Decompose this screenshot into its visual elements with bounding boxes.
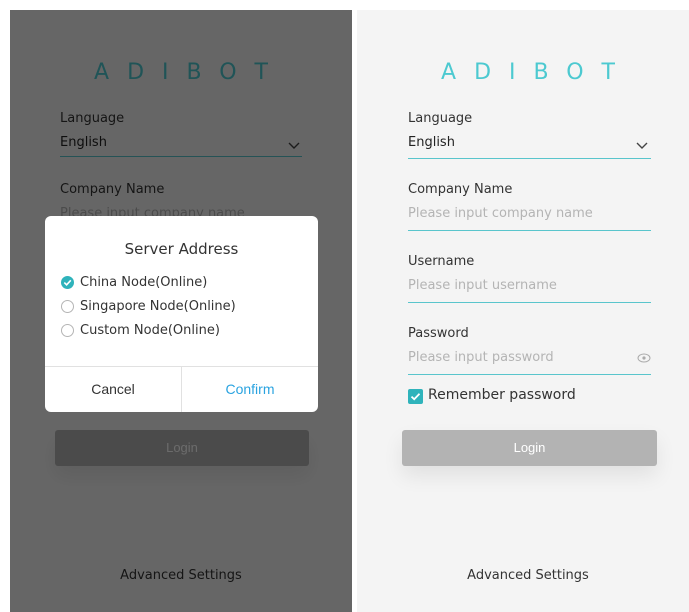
option-singapore-node[interactable]: Singapore Node(Online) <box>61 299 236 314</box>
radio-circle-icon[interactable] <box>61 300 74 313</box>
option-label: Custom Node(Online) <box>80 323 220 338</box>
chevron-down-icon[interactable] <box>634 140 650 152</box>
app-logo: ADIBOT <box>441 60 633 85</box>
check-icon <box>410 393 421 401</box>
eye-icon[interactable] <box>637 353 651 363</box>
company-label: Company Name <box>408 182 513 197</box>
username-underline <box>408 302 651 303</box>
checked-circle-icon[interactable] <box>61 276 74 289</box>
option-china-node[interactable]: China Node(Online) <box>61 275 207 290</box>
password-underline <box>408 374 651 375</box>
cancel-button[interactable]: Cancel <box>45 367 181 412</box>
password-label: Password <box>408 326 469 341</box>
advanced-settings-link[interactable]: Advanced Settings <box>357 568 689 583</box>
option-label: China Node(Online) <box>80 275 208 290</box>
radio-circle-icon[interactable] <box>61 324 74 337</box>
login-screen-with-dialog: ADIBOT Language English Company Name Ple… <box>10 10 352 612</box>
option-label: Singapore Node(Online) <box>80 299 236 314</box>
password-input[interactable]: Please input password <box>408 350 554 365</box>
confirm-button[interactable]: Confirm <box>182 367 318 412</box>
language-select[interactable]: English <box>408 135 455 150</box>
username-label: Username <box>408 254 475 269</box>
language-underline <box>408 158 651 159</box>
company-input[interactable]: Please input company name <box>408 206 593 221</box>
company-underline <box>408 230 651 231</box>
option-custom-node[interactable]: Custom Node(Online) <box>61 323 220 338</box>
dialog-title: Server Address <box>124 240 239 258</box>
server-address-dialog: Server Address China Node(Online) Singap… <box>45 216 318 412</box>
login-screen: ADIBOT Language English Company Name Ple… <box>357 10 689 612</box>
login-button[interactable]: Login <box>402 430 657 466</box>
remember-checkbox[interactable] <box>408 389 423 404</box>
remember-password-label[interactable]: Remember password <box>428 387 576 403</box>
username-input[interactable]: Please input username <box>408 278 557 293</box>
language-label: Language <box>408 111 473 126</box>
